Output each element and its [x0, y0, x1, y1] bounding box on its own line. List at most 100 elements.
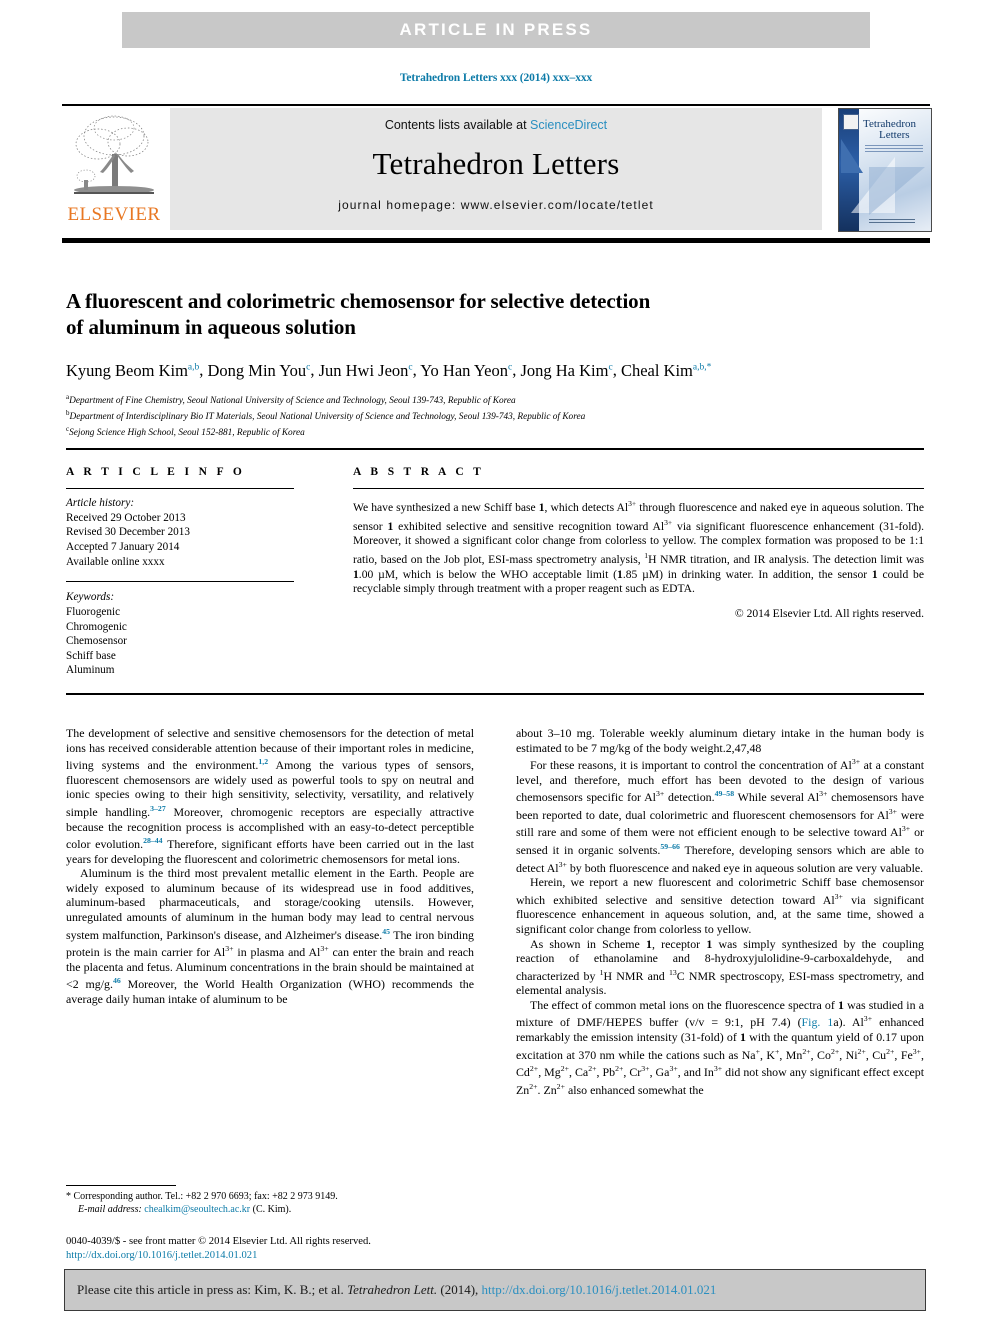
cover-title: Tetrahedron Letters [863, 119, 916, 141]
body-paragraph: Herein, we report a new fluorescent and … [516, 875, 924, 936]
contents-available-line: Contents lists available at ScienceDirec… [385, 118, 607, 132]
article-in-press-banner: ARTICLE IN PRESS [122, 12, 870, 48]
keyword-item: Fluorogenic [66, 605, 121, 618]
history-item: Available online xxxx [66, 555, 165, 568]
footnote-corresponding-text: Corresponding author. Tel.: +82 2 970 66… [73, 1191, 338, 1202]
journal-title: Tetrahedron Letters [372, 146, 620, 181]
journal-homepage-line[interactable]: journal homepage: www.elsevier.com/locat… [338, 198, 654, 212]
author-item: Cheal Kima,b,* [621, 361, 711, 380]
affiliation-item: cSejong Science High School, Seoul 152-8… [66, 423, 926, 439]
corresponding-author-footnote: * Corresponding author. Tel.: +82 2 970 … [66, 1190, 474, 1217]
sciencedirect-link[interactable]: ScienceDirect [530, 118, 607, 132]
author-affil-mark[interactable]: a,b [188, 362, 199, 372]
article-in-press-label: ARTICLE IN PRESS [399, 20, 593, 39]
title-line-2: of aluminum in aqueous solution [66, 315, 356, 339]
issn-copyright-block: 0040-4039/$ - see front matter © 2014 El… [66, 1235, 626, 1262]
affiliation-list: aDepartment of Fine Chemistry, Seoul Nat… [66, 391, 926, 440]
cover-badge-icon [843, 114, 859, 130]
history-item: Accepted 7 January 2014 [66, 540, 180, 553]
article-history-block: Article history: Received 29 October 201… [66, 496, 294, 569]
author-name: Yo Han Yeon [420, 360, 508, 380]
abstract-column: A B S T R A C T We have synthesized a ne… [353, 466, 924, 620]
affiliation-text: Department of Fine Chemistry, Seoul Nati… [69, 395, 516, 406]
author-list: Kyung Beom Kima,b, Dong Min Youc, Jun Hw… [66, 360, 712, 380]
author-affil-mark[interactable]: c [508, 362, 512, 372]
cite-text: Please cite this article in press as: Ki… [65, 1282, 716, 1298]
abstract-heading: A B S T R A C T [353, 466, 485, 478]
abstract-rule [353, 488, 924, 490]
cover-subtitle-lines [865, 145, 923, 152]
masthead-bottom-rule [62, 238, 930, 243]
keyword-item: Aluminum [66, 664, 115, 677]
page-title: A fluorescent and colorimetric chemosens… [66, 288, 926, 340]
journal-running-head: Tetrahedron Letters xxx (2014) xxx–xxx [399, 72, 593, 84]
cite-prefix: Please cite this article in press as: Ki… [77, 1282, 348, 1297]
author-item: Dong Min Youc [208, 361, 311, 380]
title-block: A fluorescent and colorimetric chemosens… [66, 288, 926, 440]
author-affil-mark[interactable]: a,b,* [693, 362, 711, 372]
author-name: Kyung Beom Kim [66, 360, 188, 380]
author-name: Jong Ha Kim [520, 360, 609, 380]
cite-journal: Tetrahedron Lett. [347, 1282, 438, 1297]
keyword-item: Schiff base [66, 649, 116, 662]
journal-cover-thumbnail: Tetrahedron Letters [838, 108, 932, 232]
author-affil-mark[interactable]: c [608, 362, 612, 372]
article-info-heading: A R T I C L E I N F O [66, 466, 246, 478]
cite-middle: (2014), [437, 1282, 482, 1297]
cite-doi-link[interactable]: http://dx.doi.org/10.1016/j.tetlet.2014.… [482, 1282, 717, 1297]
author-affil-mark[interactable]: c [306, 362, 310, 372]
cover-triangle-b [869, 167, 925, 215]
body-paragraph: Aluminum is the third most prevalent met… [66, 866, 475, 1006]
info-section-bottom-rule [66, 693, 924, 695]
article-info-column: A R T I C L E I N F O Article history: R… [66, 466, 294, 678]
footnote-marker: * [66, 1191, 71, 1202]
affiliation-text: Department of Interdisciplinary Bio IT M… [69, 411, 586, 422]
author-item: Jong Ha Kimc [520, 361, 612, 380]
keyword-item: Chemosensor [66, 635, 127, 648]
author-item: Jun Hwi Jeonc [319, 361, 413, 380]
body-column-right: about 3–10 mg. Tolerable weekly aluminum… [516, 726, 924, 1097]
email-link[interactable]: chealkim@seoultech.ac.kr [144, 1204, 250, 1215]
keywords-rule [66, 581, 294, 583]
body-paragraph: For these reasons, it is important to co… [516, 757, 924, 875]
abstract-copyright: © 2014 Elsevier Ltd. All rights reserved… [734, 606, 924, 620]
body-paragraph: The development of selective and sensiti… [66, 726, 474, 866]
elsevier-wordmark: ELSEVIER [67, 204, 161, 225]
journal-masthead: ELSEVIER Contents lists available at Sci… [62, 108, 932, 232]
masthead-center-panel: Contents lists available at ScienceDirec… [170, 108, 822, 230]
affiliation-item: bDepartment of Interdisciplinary Bio IT … [66, 407, 926, 423]
doi-link[interactable]: http://dx.doi.org/10.1016/j.tetlet.2014.… [66, 1250, 257, 1261]
abstract-text: We have synthesized a new Schiff base 1,… [353, 499, 924, 596]
keyword-item: Chromogenic [66, 620, 127, 633]
cover-footer-lines [869, 219, 915, 225]
affiliation-item: aDepartment of Fine Chemistry, Seoul Nat… [66, 391, 926, 407]
author-name: Dong Min You [207, 360, 307, 380]
footnote-line-1: * Corresponding author. Tel.: +82 2 970 … [66, 1190, 474, 1203]
keywords-block: Keywords: Fluorogenic Chromogenic Chemos… [66, 590, 294, 678]
elsevier-tree-icon [74, 115, 154, 194]
history-item: Received 29 October 2013 [66, 511, 186, 524]
article-info-rule [66, 488, 294, 490]
author-item: Yo Han Yeonc [420, 361, 512, 380]
body-paragraph: about 3–10 mg. Tolerable weekly aluminum… [516, 726, 924, 755]
affiliation-text: Sejong Science High School, Seoul 152-88… [69, 428, 305, 439]
masthead-top-rule [62, 104, 930, 106]
footnote-rule [66, 1185, 176, 1187]
info-section-top-rule [66, 448, 924, 450]
footnote-line-2: E-mail address: chealkim@seoultech.ac.kr… [66, 1203, 474, 1216]
author-affil-mark[interactable]: c [408, 362, 412, 372]
email-owner: (C. Kim). [252, 1204, 292, 1216]
body-paragraph: The effect of common metal ions on the f… [516, 997, 925, 1097]
history-item: Revised 30 December 2013 [66, 526, 190, 539]
email-label: E-mail address: [78, 1204, 142, 1216]
author-name: Cheal Kim [620, 360, 693, 380]
title-line-1: A fluorescent and colorimetric chemosens… [66, 289, 651, 313]
keywords-label: Keywords: [66, 591, 115, 604]
body-column-left: The development of selective and sensiti… [66, 726, 474, 1007]
author-item: Kyung Beom Kima,b [66, 361, 199, 380]
article-history-label: Article history: [66, 497, 135, 510]
issn-text: 0040-4039/$ - see front matter © 2014 El… [66, 1236, 371, 1247]
elsevier-logo: ELSEVIER [62, 108, 166, 230]
contents-prefix: Contents lists available at [384, 118, 531, 132]
author-name: Jun Hwi Jeon [318, 360, 409, 380]
